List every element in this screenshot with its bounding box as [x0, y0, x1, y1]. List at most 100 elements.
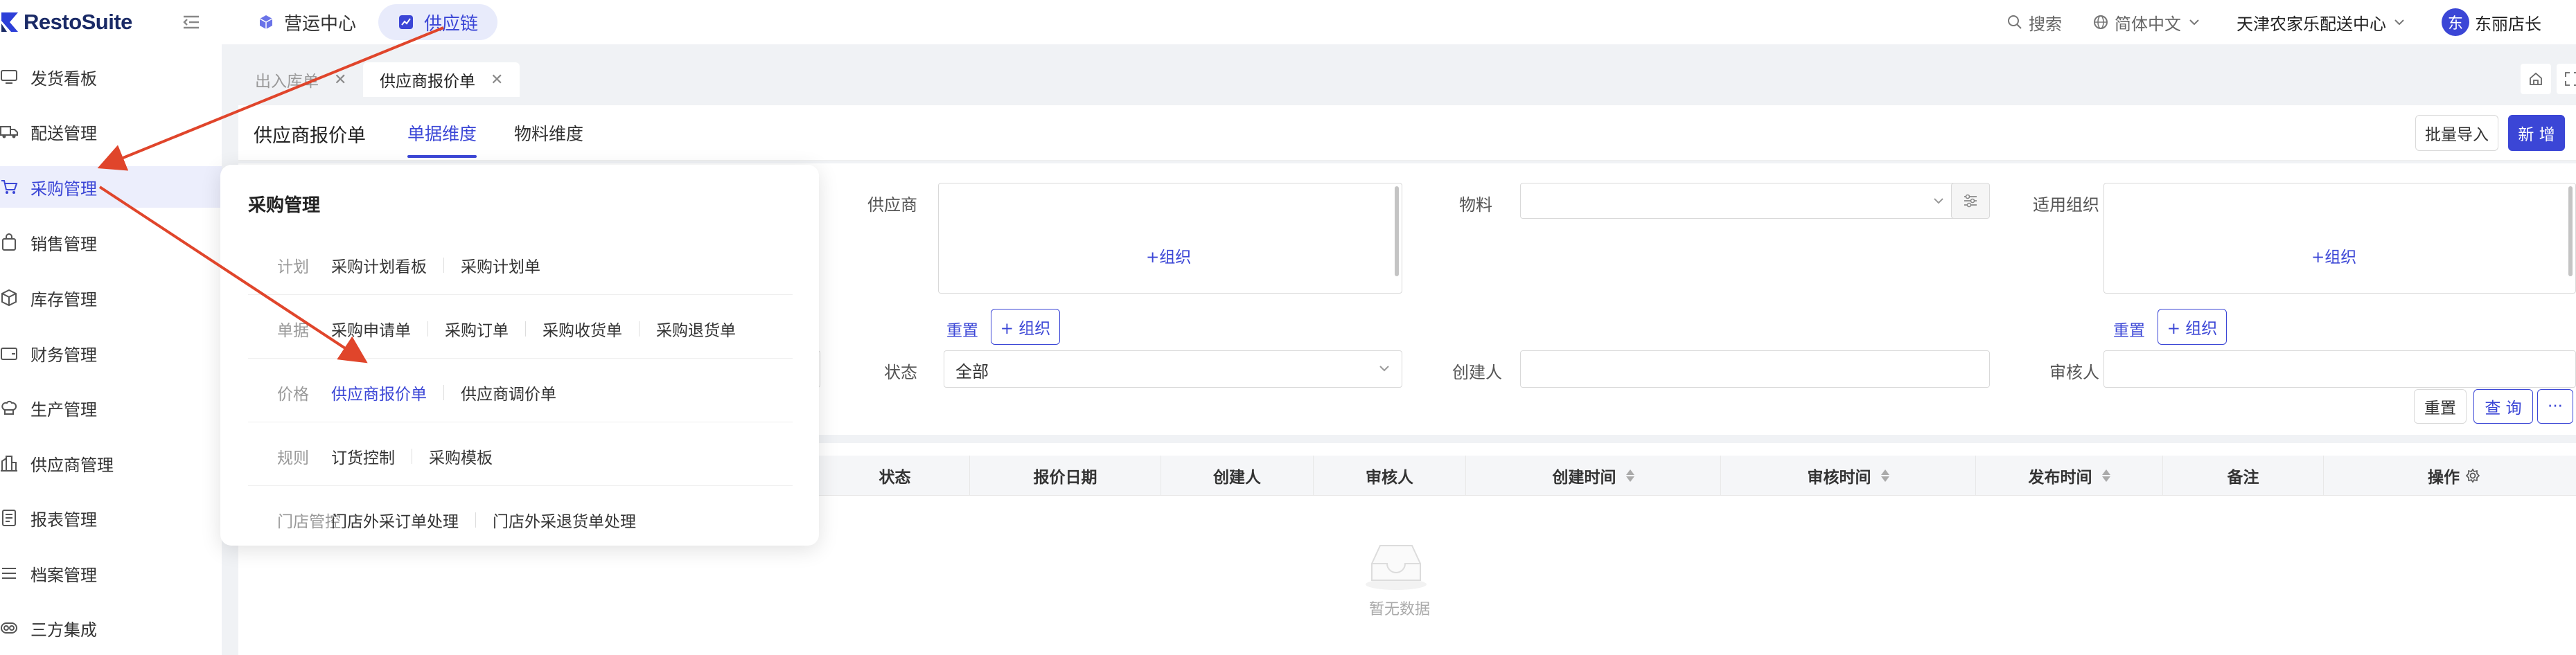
menu-item-purchase-return[interactable]: 采购退货单: [656, 317, 736, 341]
cube-icon: [259, 15, 273, 29]
topnav-operations-center[interactable]: 营运中心: [238, 4, 376, 40]
org-add-org-button[interactable]: + 组织: [2158, 309, 2227, 345]
column-label: 审核时间: [1807, 469, 1871, 487]
home-tab-button[interactable]: [2521, 64, 2551, 94]
menu-item-plan-board[interactable]: 采购计划看板: [331, 253, 427, 277]
org-reset-link[interactable]: 重置: [2113, 317, 2145, 341]
column-publish-time[interactable]: 发布时间: [1976, 456, 2163, 496]
menu-collapse-icon[interactable]: [182, 12, 201, 32]
sidebar-item-reports[interactable]: 报表管理: [0, 497, 222, 539]
sidebar-item-delivery[interactable]: 配送管理: [0, 111, 222, 152]
menu-item-purchase-order[interactable]: 采购订单: [445, 317, 509, 341]
menu-group-links: 采购计划看板 采购计划单: [331, 253, 540, 277]
column-quote-date[interactable]: 报价日期: [970, 456, 1161, 496]
divider: [443, 385, 444, 400]
menu-item-order-control[interactable]: 订货控制: [331, 445, 395, 468]
scrollbar[interactable]: [1395, 186, 1399, 276]
sidebar-item-finance[interactable]: 财务管理: [0, 332, 222, 374]
supplier-picker[interactable]: [938, 183, 1402, 294]
tab-stock-io[interactable]: 出入库单 ✕: [238, 62, 364, 97]
truck-icon: [0, 126, 18, 138]
menu-group-rules: 规则 订货控制 采购模板: [248, 422, 793, 486]
close-icon[interactable]: ✕: [334, 71, 346, 89]
scrollbar[interactable]: [2568, 186, 2573, 276]
org-selector[interactable]: 天津农家乐配送中心: [2237, 10, 2411, 35]
user-menu[interactable]: 东 东丽店长: [2442, 8, 2541, 36]
sidebar-item-production[interactable]: 生产管理: [0, 387, 222, 429]
avatar: 东: [2442, 8, 2469, 36]
global-search[interactable]: 搜索: [2006, 10, 2062, 35]
menu-group-store-control: 门店管控 门店外采订单处理 门店外采退货单处理: [248, 486, 793, 550]
batch-import-button[interactable]: 批量导入: [2415, 115, 2498, 151]
sidebar: 发货看板 配送管理 采购管理 销售管理 库存管理 财务管理 生产管理 供应商管理…: [0, 44, 222, 655]
menu-item-purchase-template[interactable]: 采购模板: [429, 445, 493, 468]
material-filter-button[interactable]: [1951, 183, 1990, 219]
menu-item-purchase-receipt[interactable]: 采购收货单: [542, 317, 622, 341]
sort-icon[interactable]: [2101, 469, 2110, 482]
column-reviewer[interactable]: 审核人: [1314, 456, 1466, 496]
more-button[interactable]: ···: [2537, 389, 2573, 424]
sidebar-item-inventory[interactable]: 库存管理: [0, 277, 222, 318]
menu-item-store-external-order[interactable]: 门店外采订单处理: [331, 508, 459, 532]
menu-group-price: 价格 供应商报价单 供应商调价单: [248, 359, 793, 422]
menu-item-supplier-price-adjust[interactable]: 供应商调价单: [461, 381, 556, 404]
divider: [525, 321, 526, 337]
column-created-time[interactable]: 创建时间: [1466, 456, 1721, 496]
page-tabs-bar: 出入库单 ✕ 供应商报价单 ✕: [222, 44, 2576, 105]
wallet-icon: [1, 348, 17, 360]
supplier-reset-link[interactable]: 重置: [946, 317, 978, 341]
column-status[interactable]: 状态: [820, 456, 970, 496]
topnav-supply-chain[interactable]: 供应链: [378, 4, 498, 40]
sidebar-item-shipping-board[interactable]: 发货看板: [0, 56, 222, 98]
tab-supplier-quote[interactable]: 供应商报价单 ✕: [363, 62, 520, 97]
tab-material-dimension[interactable]: 物料维度: [514, 105, 583, 161]
sidebar-item-archives[interactable]: 档案管理: [0, 553, 222, 594]
org-add-org-link[interactable]: +组织: [2311, 244, 2356, 267]
creator-input[interactable]: [1520, 350, 1990, 388]
column-remark[interactable]: 备注: [2163, 456, 2324, 496]
column-label: 审核人: [1366, 469, 1413, 487]
supplier-add-org-button[interactable]: + 组织: [991, 309, 1060, 345]
fullscreen-button[interactable]: [2557, 64, 2576, 94]
sidebar-item-supplier[interactable]: 供应商管理: [0, 442, 222, 484]
sort-icon[interactable]: [1880, 469, 1889, 482]
column-creator[interactable]: 创建人: [1161, 456, 1314, 496]
flyout-title: 采购管理: [248, 195, 321, 216]
reset-button[interactable]: 重置: [2414, 389, 2467, 424]
supplier-add-org-link[interactable]: +组织: [1146, 244, 1191, 267]
status-value: 全部: [955, 362, 989, 382]
reviewer-input[interactable]: [2103, 350, 2576, 388]
menu-group-plan: 计划 采购计划看板 采购计划单: [248, 231, 793, 295]
language-label: 简体中文: [2115, 14, 2181, 34]
reviewer-label: 审核人: [2049, 363, 2099, 382]
sidebar-item-label: 配送管理: [30, 123, 97, 143]
menu-item-supplier-quote[interactable]: 供应商报价单: [331, 381, 427, 404]
chevron-down-icon: [2394, 19, 2404, 26]
sidebar-item-integration[interactable]: 三方集成: [0, 607, 222, 649]
column-actions[interactable]: 操作: [2332, 456, 2576, 496]
sort-icon[interactable]: [1625, 469, 1634, 482]
menu-group-label: 计划: [277, 258, 309, 276]
sidebar-item-label: 报表管理: [30, 510, 97, 530]
menu-item-purchase-request[interactable]: 采购申请单: [331, 317, 411, 341]
home-icon: [2530, 72, 2542, 85]
sidebar-item-purchasing[interactable]: 采购管理: [0, 166, 222, 208]
menu-item-plan-order[interactable]: 采购计划单: [461, 253, 540, 277]
menu-item-store-external-return[interactable]: 门店外采退货单处理: [493, 508, 636, 532]
tab-document-dimension[interactable]: 单据维度: [407, 105, 477, 161]
applicable-org-picker[interactable]: [2103, 183, 2576, 294]
page-header: 供应商报价单 单据维度 物料维度 批量导入 新 增: [238, 105, 2576, 161]
query-button[interactable]: 查 询: [2473, 389, 2533, 424]
close-icon[interactable]: ✕: [491, 71, 503, 89]
menu-group-links: 门店外采订单处理 门店外采退货单处理: [331, 508, 636, 532]
column-review-time[interactable]: 审核时间: [1721, 456, 1976, 496]
language-selector[interactable]: 简体中文: [2092, 10, 2206, 35]
sidebar-item-sales[interactable]: 销售管理: [0, 222, 222, 263]
new-button[interactable]: 新 增: [2508, 115, 2565, 151]
user-name: 东丽店长: [2475, 14, 2541, 34]
status-select[interactable]: 全部: [944, 350, 1402, 388]
material-select[interactable]: [1520, 183, 1957, 219]
brand-logo[interactable]: RestoSuite: [0, 7, 132, 37]
gear-icon[interactable]: [2465, 468, 2480, 483]
menu-group-label: 单据: [277, 322, 309, 340]
